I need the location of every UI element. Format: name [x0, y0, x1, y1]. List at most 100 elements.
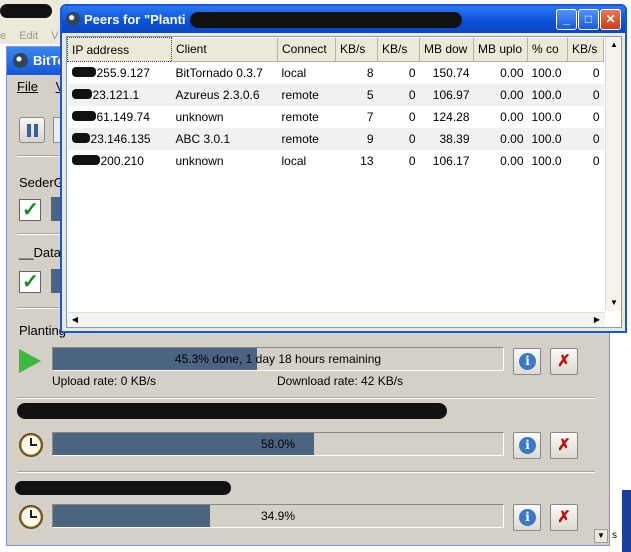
progress-bar: 45.3% done, 1 day 18 hours remaining: [52, 347, 504, 371]
cancel-button[interactable]: ✗: [550, 504, 578, 531]
cell-client: Azureus 2.3.0.6: [171, 83, 278, 106]
redaction-scribble: [190, 12, 462, 28]
progress-bar: 58.0%: [52, 432, 504, 456]
cell-kbs: 0: [567, 127, 604, 150]
column-header-ip[interactable]: IP address: [67, 37, 172, 62]
cell-ip: 200.210: [68, 150, 172, 172]
column-header-kbs-up[interactable]: KB/s: [377, 37, 420, 62]
app-icon: [66, 12, 80, 26]
download-rate: Download rate: 42 KB/s: [277, 374, 404, 388]
cell-ip: 61.149.74: [68, 106, 172, 128]
pause-button[interactable]: [19, 117, 45, 143]
cell-connect: remote: [281, 109, 319, 124]
menu-file[interactable]: File: [17, 79, 38, 94]
cell-mb-up: 0.00: [473, 127, 528, 150]
torrent-name: __Data: [19, 245, 61, 260]
scroll-left-icon[interactable]: ◀: [69, 314, 81, 326]
cell-mb-down: 124.28: [432, 109, 470, 124]
cell-connect: local: [281, 65, 307, 80]
complete-check-icon: [19, 197, 41, 222]
background-menu-item[interactable]: Edit: [19, 30, 38, 42]
redaction-scribble: [71, 132, 90, 143]
cell-mb-down: 106.97: [419, 83, 474, 106]
cell-kbs: 0: [592, 109, 600, 124]
redaction-scribble: [17, 403, 447, 419]
scroll-down-button[interactable]: ▼: [594, 529, 608, 543]
table-row[interactable]: 23.121.1 Azureus 2.3.0.6 remote 5 0 106.…: [67, 83, 604, 106]
background-scrollbar-strip: [622, 490, 631, 552]
play-icon: [19, 349, 41, 373]
cancel-x-icon: ✗: [557, 437, 571, 454]
upload-rate: Upload rate: 0 KB/s: [52, 374, 157, 388]
column-header-connect[interactable]: Connect: [277, 37, 336, 62]
clock-icon: [19, 505, 43, 529]
cell-mb-up: 0.00: [500, 65, 524, 80]
column-header-kbs[interactable]: KB/s: [567, 37, 604, 62]
column-header-client[interactable]: Client: [171, 37, 278, 62]
app-icon: [13, 53, 28, 68]
cell-kbs-down: 5: [335, 83, 378, 106]
cell-kbs-down: 8: [366, 65, 374, 80]
cell-percent: 100.0: [531, 65, 562, 80]
cell-kbs-up: 0: [377, 83, 420, 106]
progress-text: 45.3% done, 1 day 18 hours remaining: [174, 352, 382, 366]
cell-kbs-down: 7: [366, 109, 374, 124]
redaction-scribble: [71, 88, 92, 99]
cell-kbs: 0: [567, 83, 604, 106]
cancel-x-icon: ✗: [557, 353, 571, 370]
cell-kbs-down: 9: [335, 127, 378, 150]
ip-text: 23.146.135: [90, 131, 151, 146]
scroll-right-icon[interactable]: ▶: [591, 314, 603, 326]
background-menu-item[interactable]: V: [51, 30, 58, 42]
column-header-percent[interactable]: % co: [527, 37, 568, 62]
cell-percent: 100.0: [527, 83, 568, 106]
cell-kbs-down: 13: [360, 153, 374, 168]
scroll-up-icon[interactable]: ▲: [608, 39, 620, 51]
clock-icon: [19, 433, 43, 457]
ip-text: 23.121.1: [92, 87, 140, 102]
cell-ip: 23.121.1: [67, 83, 172, 106]
column-header-kbs-down[interactable]: KB/s: [335, 37, 378, 62]
cancel-button[interactable]: ✗: [550, 432, 578, 459]
cell-client: ABC 3.0.1: [171, 127, 278, 150]
close-button[interactable]: ✕: [600, 9, 621, 30]
vertical-scrollbar[interactable]: ▲ ▼: [605, 37, 621, 311]
table-row[interactable]: 255.9.127 BitTornado 0.3.7 local 8 0 150…: [68, 62, 604, 84]
cell-connect: remote: [277, 127, 336, 150]
background-menu-item[interactable]: e: [0, 30, 6, 42]
cell-connect: local: [281, 153, 307, 168]
cell-kbs-up: 0: [408, 153, 416, 168]
cell-kbs-up: 0: [377, 127, 420, 150]
cell-client: BitTornado 0.3.7: [175, 65, 263, 80]
info-button[interactable]: i: [513, 432, 541, 459]
info-button[interactable]: i: [513, 504, 541, 531]
peers-list: IP address Client Connect KB/s KB/s MB d…: [66, 36, 622, 328]
ip-text: 255.9.127: [96, 65, 150, 80]
info-icon: i: [519, 353, 536, 370]
cancel-button[interactable]: ✗: [550, 348, 578, 375]
cell-mb-up: 0.00: [473, 83, 528, 106]
ip-text: 61.149.74: [96, 109, 150, 124]
cell-kbs-up: 0: [408, 109, 416, 124]
table-row[interactable]: 200.210 unknown local 13 0 106.17 0.00 1…: [68, 150, 604, 172]
table-row[interactable]: 23.146.135 ABC 3.0.1 remote 9 0 38.39 0.…: [67, 127, 604, 150]
background-menu: e Edit V: [0, 30, 69, 44]
minimize-button[interactable]: _: [556, 9, 577, 30]
progress-bar: 34.9%: [52, 504, 504, 528]
column-header-mb-down[interactable]: MB dow: [419, 37, 474, 62]
divider: [17, 471, 595, 473]
cell-percent: 100.0: [531, 153, 562, 168]
cell-ip: 255.9.127: [68, 62, 172, 84]
table-row[interactable]: 61.149.74 unknown remote 7 0 124.28 0.00…: [68, 106, 604, 128]
maximize-button[interactable]: □: [578, 9, 599, 30]
info-icon: i: [519, 437, 536, 454]
scroll-down-icon[interactable]: ▼: [608, 297, 620, 309]
cell-percent: 100.0: [531, 109, 562, 124]
horizontal-scrollbar[interactable]: ◀ ▶: [67, 312, 605, 327]
redaction-scribble: [0, 4, 52, 18]
column-header-mb-up[interactable]: MB uplo: [473, 37, 528, 62]
redaction-scribble: [71, 110, 96, 121]
cell-mb-up: 0.00: [500, 109, 524, 124]
info-button[interactable]: i: [513, 348, 541, 375]
cell-kbs: 0: [592, 153, 600, 168]
